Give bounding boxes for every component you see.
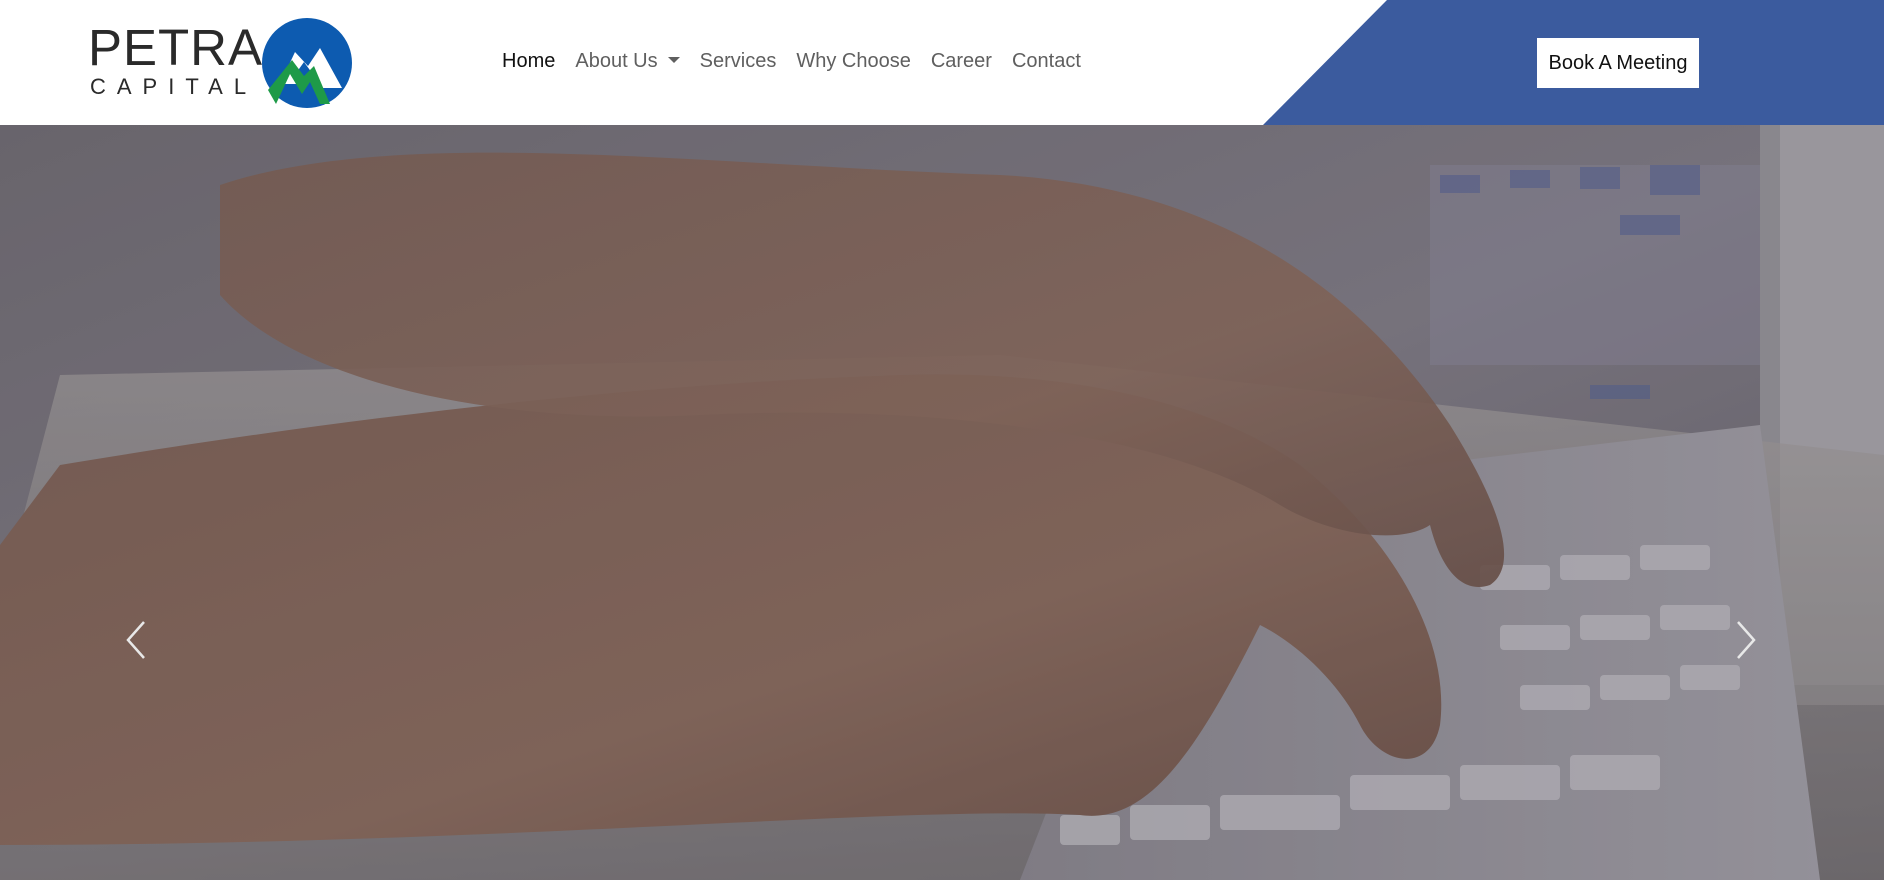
nav-home[interactable]: Home [492, 48, 565, 74]
brand-name: PETRA [88, 19, 264, 76]
nav-services[interactable]: Services [690, 48, 787, 74]
hero-carousel [0, 125, 1884, 880]
chevron-left-icon [126, 621, 145, 659]
brand-tagline: CAPITAL [90, 74, 258, 99]
hero-image [0, 125, 1884, 880]
nav-about-us-label: About Us [575, 50, 658, 72]
book-meeting-button[interactable]: Book A Meeting [1537, 38, 1699, 88]
main-navigation: Home About Us Services Why Choose Career… [492, 48, 1091, 74]
caret-down-icon [667, 56, 680, 63]
nav-contact[interactable]: Contact [1002, 48, 1091, 74]
carousel-prev-button[interactable] [108, 590, 168, 690]
mountain-logo-icon [262, 18, 352, 108]
carousel-next-button[interactable] [1714, 590, 1774, 690]
nav-career[interactable]: Career [921, 48, 1002, 74]
site-header: PETRA CAPITAL Home About Us Services Why… [0, 0, 1884, 125]
chevron-right-icon [1737, 621, 1756, 659]
nav-why-choose[interactable]: Why Choose [786, 48, 921, 74]
nav-about-us[interactable]: About Us [565, 48, 689, 74]
brand-logo[interactable]: PETRA CAPITAL [88, 18, 358, 110]
